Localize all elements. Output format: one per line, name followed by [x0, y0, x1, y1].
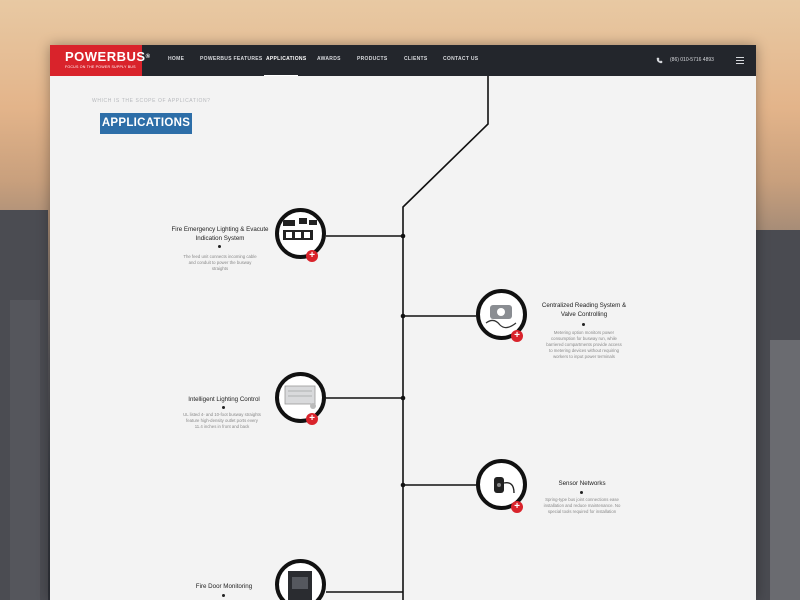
- bullet-dot: [582, 323, 585, 326]
- app-node-intelligent-lighting[interactable]: [275, 372, 326, 423]
- app-title-fire-door: Fire Door Monitoring: [195, 583, 253, 590]
- bullet-dot: [580, 491, 583, 494]
- app-desc-intelligent-lighting: UL listed 4- and 10-foot busway straight…: [183, 412, 261, 429]
- app-title-sensor-networks: Sensor Networks: [558, 480, 606, 487]
- app-title-centralized-reading: Centralized Reading System & Valve Contr…: [541, 302, 627, 318]
- expand-plus-button[interactable]: +: [306, 250, 318, 262]
- app-title-fire-emergency: Fire Emergency Lighting & Evacute Indica…: [171, 226, 269, 242]
- expand-plus-button[interactable]: +: [306, 413, 318, 425]
- app-title-intelligent-lighting: Intelligent Lighting Control: [188, 396, 260, 403]
- fire-door-panel-icon: [288, 571, 312, 600]
- emergency-exit-sign-icon: [283, 218, 317, 240]
- bullet-dot: [222, 594, 225, 597]
- app-desc-sensor-networks: Spring-type bus joint connections ease i…: [543, 497, 621, 514]
- bullet-dot: [222, 406, 225, 409]
- app-desc-fire-emergency: The feed unit connects incoming cable an…: [183, 254, 257, 271]
- app-desc-centralized-reading: Metering option monitors power consumpti…: [546, 330, 622, 359]
- connector-lines: [326, 76, 489, 600]
- expand-plus-button[interactable]: +: [511, 330, 523, 342]
- sensor-icon: [494, 477, 515, 494]
- lighting-controller-icon: [284, 385, 316, 409]
- app-node-fire-emergency[interactable]: [275, 208, 326, 259]
- expand-plus-button[interactable]: +: [511, 501, 523, 513]
- browser-page: POWERBUS® FOCUS ON THE POWER SUPPLY BUS …: [50, 45, 756, 600]
- bullet-dot: [218, 245, 221, 248]
